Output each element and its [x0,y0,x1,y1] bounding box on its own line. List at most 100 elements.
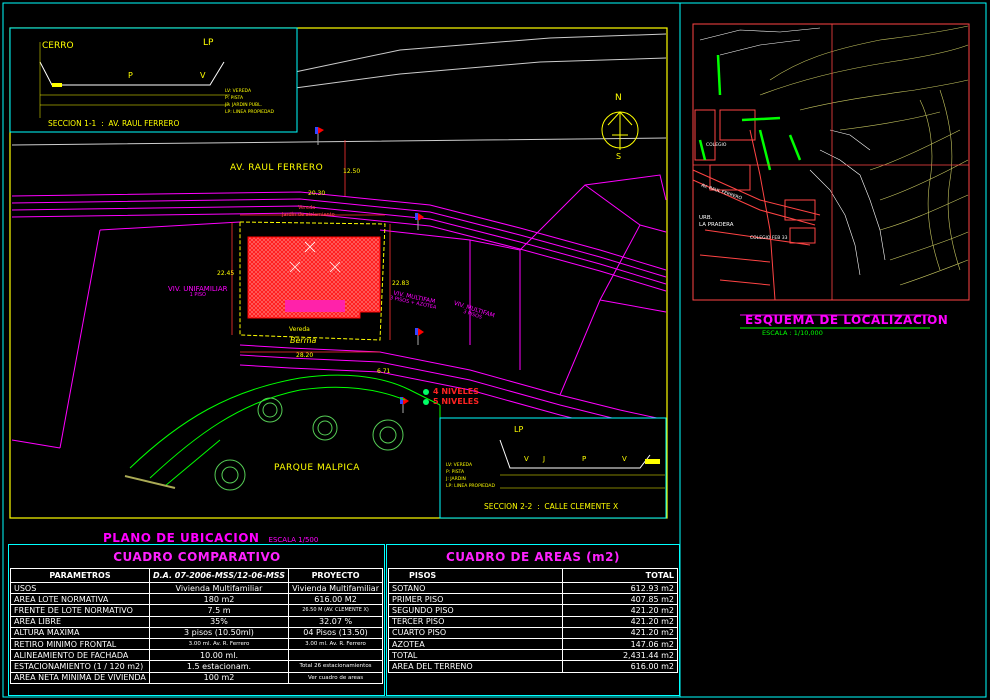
proyecto-cell: 04 Pisos (13.50) [288,626,383,639]
table-row: AREA DEL TERRENO 616.00 m2 [388,660,679,673]
piso-cell: AREA DEL TERRENO [388,660,563,673]
location-colegio2-label: COLEGIO [706,143,727,148]
param-cell: AREA NETA MINIMA DE VIVIENDA [10,671,150,684]
param-cell: FRENTE DE LOTE NORMATIVO [10,604,150,617]
table-row: AZOTEA 147.06 m2 [388,637,679,651]
street-line-mid [11,137,667,146]
dim-top: 20.30 [308,190,326,197]
piso-cell: TERCER PISO [388,615,563,628]
proyecto-cell: Total 26 estacionamientos [288,660,383,673]
section-2-title: SECCION 2-2 : CALLE CLEMENTE X [484,502,619,511]
param-cell: AREA LIBRE [10,615,150,628]
park-area [124,374,441,518]
niveles-4-marker [423,389,429,395]
section-1-cerro-label: CERRO [42,41,74,51]
legend-item: LP: LINEA PROPIEDAD [225,110,274,115]
table-row: SEGUNDO PISO 421.20 m2 [388,604,679,617]
plan-title-text: PLANO DE UBICACION [103,531,260,545]
header-da: D.A. 07-2006-MSS/12-06-MSS [148,568,290,583]
viv-unifamiliar-sub: 1 PISO [189,292,206,298]
legend-item: J: JARDIN [446,477,466,482]
street-line-top2 [294,57,667,89]
building-footprint [247,236,381,319]
param-cell: ALINEAMIENTO DE FACHADA [10,649,150,662]
norma-cell: 100 m2 [148,671,290,684]
section-2-lp-label: LP [514,425,524,434]
viv-unifamiliar-label: VIV. UNIFAMILIAR 1 PISO [168,285,228,298]
lot-label-vereda-top: Vereda [298,205,316,211]
param-cell: AREA LOTE NORMATIVA [10,593,150,606]
section-1-v-label: V [200,71,206,80]
piso-cell: AZOTEA [388,637,563,651]
norma-cell: Vivienda Multifamiliar [148,581,290,595]
piso-cell: CUARTO PISO [388,626,563,639]
norma-cell: 1.5 estacionam. [148,660,290,673]
header-parametros: PARAMETROS [10,568,150,583]
location-colegio-label: COLEGIO FEB 33 [750,236,788,241]
lot-label-berma: Berma [290,336,317,345]
norma-cell: 10.00 ml. [148,649,290,662]
area-cell: 616.00 m2 [561,660,679,673]
area-cell: 421.20 m2 [561,626,679,639]
dim-left: 22.45 [217,270,235,277]
table-row: AREA LOTE NORMATIVA 180 m2 616.00 M2 [10,593,383,606]
table-header-row: PARAMETROS D.A. 07-2006-MSS/12-06-MSS PR… [10,568,383,583]
section-2-j-label: J [543,455,546,463]
norma-cell: 7.5 m [148,604,290,617]
table-row: RETIRO MINIMO FRONTAL 3.00 ml. Av. R. Fer… [10,637,383,651]
north-arrow [601,111,639,150]
param-cell: USOS [10,581,150,595]
lot-label-vereda: Vereda [289,326,310,333]
location-scale: ESCALA : 1/10,000 [762,329,823,337]
cuadro-areas-table: PISOS TOTAL SOTANO 612.93 m2 PRIMER PISO 4… [388,568,679,673]
norma-cell: 3 pisos (10.50ml) [148,626,290,639]
street-line-top [294,33,667,73]
header-total: TOTAL [561,568,679,583]
piso-cell: TOTAL [388,649,563,662]
legend-item: P: PISTA [446,470,465,475]
piso-cell: PRIMER PISO [388,593,563,606]
param-cell: ALTURA MAXIMA [10,626,150,639]
legend-item: LV: VEREDA [446,463,473,468]
table-row: AREA LIBRE 35% 32.07 % [10,615,383,628]
section-1-p-label: P [128,71,133,80]
proyecto-cell: Vivienda Multifamiliar [288,581,383,595]
park-label: PARQUE MALPICA [274,463,360,473]
piso-cell: SEGUNDO PISO [388,604,563,617]
section-2-p-label: P [582,455,587,463]
section-1-lp-label: LP [203,38,214,48]
urb-prefix: URB. [699,215,713,221]
street-label-raul-ferrero: AV. RAUL FERRERO [230,163,324,173]
table-row: ALTURA MAXIMA 3 pisos (10.50ml) 04 Pisos (… [10,626,383,639]
proyecto-cell: Ver cuadro de areas [288,671,383,684]
section-2-v2-label: V [622,455,627,463]
proyecto-cell: 32.07 % [288,615,383,628]
location-urb-label: URB. LA PRADERA [699,215,733,229]
table-header-row: PISOS TOTAL [388,568,679,583]
table-row: SOTANO 612.93 m2 [388,581,679,595]
area-cell: 421.20 m2 [561,615,679,628]
dim-bottom: 28.20 [296,352,314,359]
section-1-street: AV. RAUL FERRERO [108,119,180,128]
area-cell: 407.85 m2 [561,593,679,606]
legend-item: P: PISTA [225,96,244,101]
niveles-5-label: 5 NIVELES [433,397,480,406]
table-row: USOS Vivienda Multifamiliar Vivienda Multi… [10,581,383,595]
tree-symbols [214,397,404,491]
proyecto-cell: 26.50 M (AV. CLEMENTE X) [288,604,383,617]
north-label: N [615,93,622,103]
legend-item: JP: JARDIN PUBL. [225,103,263,108]
norma-cell: 180 m2 [148,593,290,606]
section-2-legend: LV: VEREDA P: PISTA J: JARDIN LP: LINEA … [446,462,495,490]
table-row: TERCER PISO 421.20 m2 [388,615,679,628]
table-row: ALINEAMIENTO DE FACHADA 10.00 ml. [10,649,383,662]
urb-name: LA PRADERA [699,222,734,228]
location-map [692,23,970,329]
niveles-5-marker [423,399,429,405]
dim-671: 6.71 [377,368,391,375]
niveles-4-label: 4 NIVELES [433,387,480,396]
table-row: FRENTE DE LOTE NORMATIVO 7.5 m 26.50 M (AV… [10,604,383,617]
norma-cell: 35% [148,615,290,628]
cuadro-comparativo-table: PARAMETROS D.A. 07-2006-MSS/12-06-MSS PR… [10,568,383,684]
table-row: PRIMER PISO 407.85 m2 [388,593,679,606]
